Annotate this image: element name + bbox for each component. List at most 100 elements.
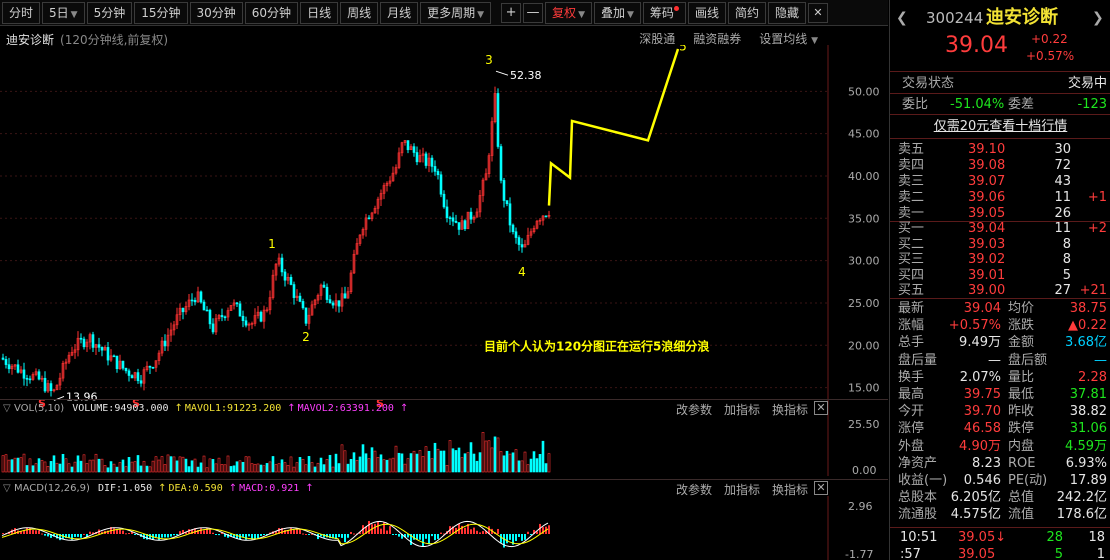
volume-bar	[223, 464, 227, 473]
volume-bar	[484, 440, 488, 473]
bid-row[interactable]: 买一 39.04 11 +2	[890, 220, 1110, 237]
macd-chart[interactable]: 2.96 -1.77	[0, 496, 888, 560]
bid-row[interactable]: 买三 39.02 8	[890, 251, 1110, 268]
volume-bar	[478, 452, 482, 473]
period-5day-button[interactable]: 5日 ▼	[42, 1, 85, 24]
candle-body	[223, 316, 227, 319]
volume-chart[interactable]: 25.50 0.00	[0, 416, 888, 476]
bid-row[interactable]: 买二 39.03 8	[890, 236, 1110, 253]
volume-bar	[277, 463, 281, 473]
volume-bar	[451, 448, 455, 473]
more-periods-button[interactable]: 更多周期 ▼	[420, 1, 492, 24]
y-tick-label: 35.00	[848, 212, 880, 225]
up-arrow-icon: ↑	[305, 482, 314, 494]
candle-body	[121, 360, 125, 369]
close-icon[interactable]: ✕	[814, 401, 828, 415]
period-15min-button[interactable]: 15分钟	[134, 1, 188, 24]
candlestick-chart[interactable]: 15.00 20.00 25.00 30.00 35.00 40.00 45.00 50.00…	[0, 45, 888, 417]
macd-bar	[209, 529, 211, 534]
wave-label: 1	[268, 237, 276, 251]
period-fenshi-button[interactable]: 分时	[2, 1, 41, 24]
period-60min-button[interactable]: 60分钟	[244, 1, 299, 24]
candle-body	[304, 307, 308, 324]
ask-price: 39.08	[968, 158, 1006, 173]
volume-bar	[118, 462, 122, 473]
up-arrow-icon: ↑	[228, 482, 238, 494]
ask-row[interactable]: 卖二 39.06 11 +1	[890, 189, 1110, 206]
macd-bar	[344, 534, 346, 543]
zoom-out-button[interactable]: —	[523, 2, 544, 23]
forecast-line	[547, 48, 680, 206]
fuquan-button[interactable]: 复权 ▼	[545, 1, 592, 24]
ask-row[interactable]: 卖三 39.07 43	[890, 173, 1110, 190]
macd-bar	[386, 530, 388, 534]
close-icon[interactable]: ✕	[807, 2, 828, 23]
indicator-dropdown-icon[interactable]: ▽	[3, 403, 11, 414]
tick-row[interactable]: :57 39.05 5 1	[890, 546, 1110, 560]
volume-bar	[487, 440, 491, 473]
candle-body	[163, 340, 167, 347]
chevron-left-icon[interactable]: ❮	[896, 7, 908, 29]
volume-bar	[316, 462, 320, 473]
candle-body	[280, 257, 284, 273]
volume-bar	[379, 454, 383, 473]
macd-bar	[158, 534, 160, 540]
macd-bar	[524, 534, 526, 540]
close-icon[interactable]: ✕	[814, 481, 828, 495]
macd-bar	[428, 534, 430, 545]
bid-row[interactable]: 买四 39.01 5	[890, 267, 1110, 284]
macd-bar	[293, 529, 295, 534]
candle-body	[37, 371, 41, 380]
macd-bar	[299, 529, 301, 534]
stats-row: 收益(一) 0.546 PE(动) 17.89	[890, 472, 1110, 489]
chip-button[interactable]: 筹码	[642, 1, 686, 24]
period-5min-button[interactable]: 5分钟	[86, 1, 133, 24]
ask-label: 卖二	[898, 190, 925, 205]
stat-value: 38.82	[1069, 404, 1107, 420]
stats-row: 涨幅 +0.57% 涨跌 ▲0.22	[890, 317, 1110, 334]
volume-bar	[10, 459, 14, 473]
stats-row: 总股本 6.205亿 总值 242.2亿	[890, 489, 1110, 506]
ask-row[interactable]: 卖四 39.08 72	[890, 157, 1110, 174]
level2-promo-link[interactable]: 仅需20元查看十档行情	[934, 119, 1068, 134]
macd-value: MACD:0.921	[239, 482, 300, 494]
period-weekly-button[interactable]: 周线	[340, 1, 379, 24]
level2-promo[interactable]: 仅需20元查看十档行情	[890, 118, 1110, 135]
macd-bar	[431, 534, 433, 537]
macd-bar	[350, 531, 352, 534]
up-arrow-icon: ↑	[399, 402, 409, 414]
volume-bar	[97, 458, 101, 473]
volume-bar	[469, 442, 473, 473]
period-daily-button[interactable]: 日线	[300, 1, 339, 24]
stat-value: 39.70	[963, 404, 1001, 420]
macd-bar	[254, 534, 256, 539]
volume-bar	[322, 464, 326, 473]
chevron-right-icon[interactable]: ❯	[1092, 7, 1104, 29]
volume-bar	[472, 453, 476, 473]
candle-body	[439, 174, 443, 195]
macd-bar	[80, 534, 82, 538]
trade-status-value: 交易中	[1067, 76, 1107, 91]
volume-bar	[73, 461, 77, 473]
indicator-dropdown-icon[interactable]: ▽	[3, 483, 11, 494]
candle-body	[151, 367, 155, 369]
draw-line-button[interactable]: 画线	[687, 1, 726, 24]
ask-row[interactable]: 卖五 39.10 30	[890, 141, 1110, 158]
hide-button[interactable]: 隐藏	[767, 1, 806, 24]
period-30min-button[interactable]: 30分钟	[189, 1, 243, 24]
stat-label: 盘后额	[1008, 352, 1048, 368]
simple-mode-button[interactable]: 简约	[727, 1, 766, 24]
volume-bar	[382, 459, 386, 473]
bid-row[interactable]: 买五 39.00 27 +21	[890, 282, 1110, 299]
volume-bar	[142, 460, 146, 473]
volume-bar	[139, 465, 143, 473]
volume-bar	[313, 466, 317, 473]
weicha-label: 委差	[1008, 97, 1035, 112]
zoom-in-button[interactable]: +	[501, 2, 522, 23]
tick-row[interactable]: 10:51 39.05↓ 28 18	[890, 529, 1110, 546]
period-monthly-button[interactable]: 月线	[380, 1, 419, 24]
volume-bar	[454, 450, 458, 473]
volume-bar	[148, 466, 152, 473]
stat-label: 金额	[1008, 335, 1035, 351]
overlay-button[interactable]: 叠加 ▼	[593, 1, 641, 24]
